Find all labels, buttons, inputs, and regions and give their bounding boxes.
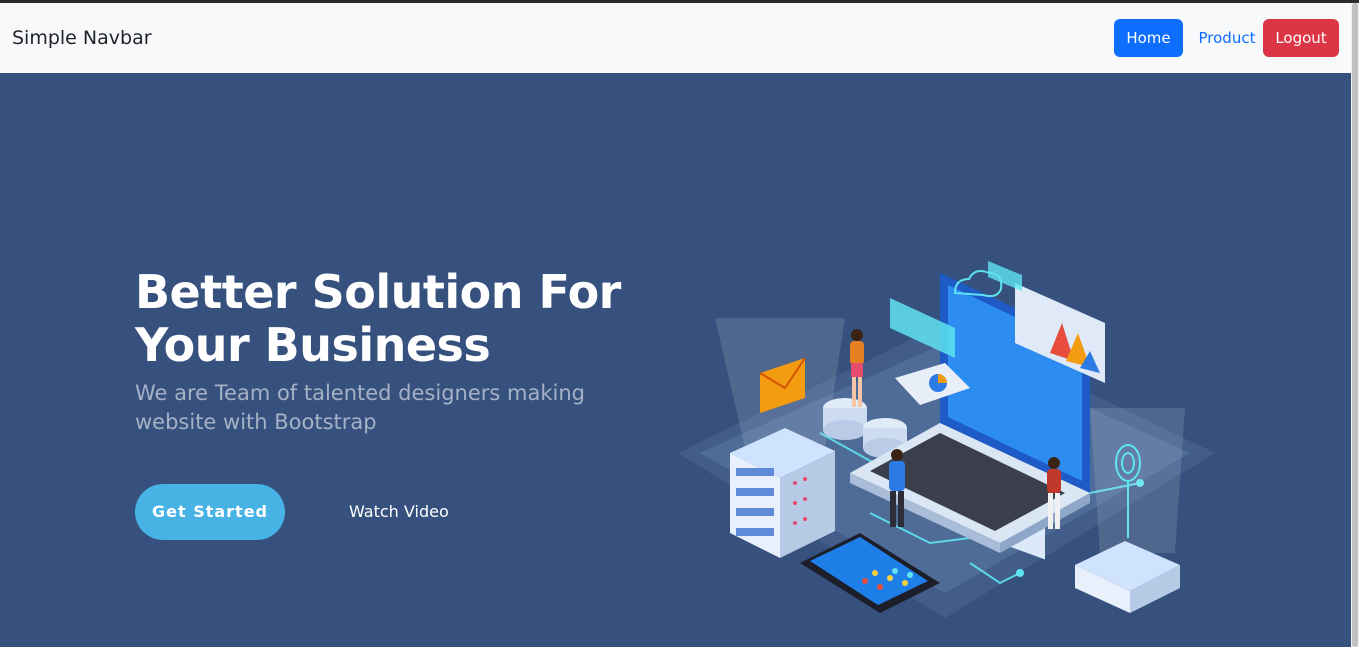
hero-section: Better Solution For Your Business We are… <box>0 73 1351 647</box>
hero-title-line-1: Better Solution For <box>135 265 621 319</box>
get-started-button[interactable]: Get Started <box>135 484 285 540</box>
vertical-scrollbar[interactable] <box>1351 3 1359 647</box>
logout-button[interactable]: Logout <box>1263 19 1339 57</box>
hero-illustration <box>678 261 1215 618</box>
server-rack-left <box>730 428 835 558</box>
product-link[interactable]: Product <box>1195 19 1259 57</box>
hero-title-line-2: Your Business <box>135 318 491 372</box>
navbar: Simple Navbar Home Product Logout <box>0 3 1351 73</box>
home-button[interactable]: Home <box>1114 19 1183 57</box>
navbar-brand[interactable]: Simple Navbar <box>12 27 152 49</box>
hero-subtitle-line-2: website with Bootstrap <box>135 410 377 434</box>
hero-title: Better Solution For Your Business <box>135 266 655 372</box>
hero-subtitle-line-1: We are Team of talented designers making <box>135 381 585 405</box>
light-beam-right <box>1090 408 1185 553</box>
watch-video-link[interactable]: Watch Video <box>349 502 449 521</box>
hero-subtitle: We are Team of talented designers making… <box>135 379 615 437</box>
info-panel-small <box>988 261 1022 291</box>
scrollbar-thumb[interactable] <box>1352 3 1358 647</box>
